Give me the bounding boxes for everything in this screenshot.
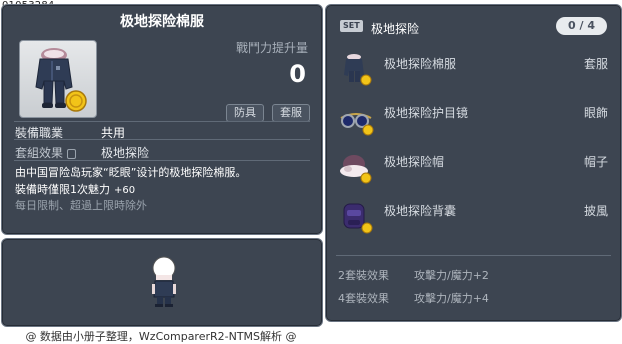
- daily-limit: 每日限制、超過上限時除外: [15, 199, 147, 212]
- set-item-slot: 眼飾: [583, 106, 608, 120]
- character-preview: [1, 238, 323, 327]
- charm-limit-text: 裝備時僅限1次魅力: [15, 183, 110, 196]
- set-name: 极地探险: [371, 22, 420, 36]
- set-bonus-label: 4套裝效果: [338, 292, 389, 305]
- divider: [14, 139, 310, 140]
- lock-icon: [67, 148, 77, 159]
- character-avatar: [152, 256, 176, 307]
- item-icon-box: [19, 40, 97, 118]
- divider: [14, 160, 310, 161]
- tag-overall: 套服: [272, 104, 310, 122]
- divider: [336, 255, 611, 256]
- charm-limit: 裝備時僅限1次魅力 +60: [15, 181, 135, 197]
- set-bonus-row: 4套裝效果 攻擊力/魔力+4: [338, 290, 489, 306]
- backpack-icon: [343, 203, 373, 234]
- set-item-slot: 帽子: [583, 155, 608, 169]
- set-count: 0 / 4: [556, 17, 607, 35]
- set-item-name: 极地探险背囊: [384, 204, 457, 218]
- set-effect-value: 极地探险: [101, 146, 150, 160]
- set-bonus-row: 2套裝效果 攻擊力/魔力+2: [338, 267, 489, 283]
- set-item-slot: 披風: [583, 204, 608, 218]
- overall-icon: [344, 54, 372, 86]
- hat-icon: [340, 155, 372, 184]
- charm-value: +60: [114, 185, 136, 196]
- set-item-name: 极地探险帽: [384, 155, 445, 169]
- set-item: 极地探险背囊 披風: [336, 196, 616, 236]
- set-panel: SET 极地探险 0 / 4 极地探险棉服 套服 极地探险护目镜 眼飾 极地探险…: [325, 4, 622, 322]
- set-effect-label-text: 套組效果: [15, 146, 64, 160]
- set-effect-label: 套組效果: [15, 144, 77, 161]
- set-item-name: 极地探险棉服: [384, 57, 457, 71]
- set-item: 极地探险帽 帽子: [336, 147, 616, 187]
- set-bonus-label: 2套裝效果: [338, 269, 389, 282]
- set-badge: SET: [340, 20, 363, 32]
- item-tooltip: 极地探险棉服 戰鬥力提升量 0 防具 套服 裝備職業 共用 套組效果 极地探险: [1, 4, 323, 235]
- goggles-icon: [340, 113, 374, 136]
- tag-armor: 防具: [226, 104, 264, 122]
- set-item: 极地探险护目镜 眼飾: [336, 98, 616, 138]
- set-item: 极地探险棉服 套服: [336, 49, 616, 89]
- attack-gain-label: 戰鬥力提升量: [235, 41, 308, 55]
- divider: [14, 121, 310, 122]
- footer-credit: @ 数据由小册子整理，WzComparerR2-NTMS解析 @: [25, 330, 297, 343]
- set-item-name: 极地探险护目镜: [384, 106, 469, 120]
- item-title: 极地探险棉服: [120, 14, 204, 30]
- set-bonus-effect: 攻擊力/魔力+2: [414, 269, 489, 282]
- set-bonus-effect: 攻擊力/魔力+4: [414, 292, 489, 305]
- attack-gain-value: 0: [289, 60, 306, 88]
- set-item-slot: 套服: [583, 57, 608, 71]
- overall-icon: [35, 48, 87, 112]
- item-description: 由中国冒险岛玩家“眨眼”设计的极地探险棉服。: [15, 166, 247, 179]
